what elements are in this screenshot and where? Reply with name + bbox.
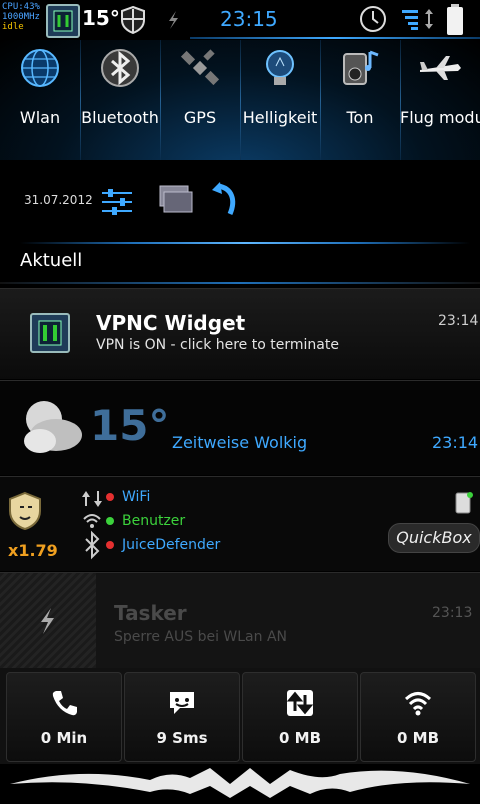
cpu-usage: CPU:43% xyxy=(2,2,40,12)
phone-battery-icon xyxy=(454,491,474,519)
globe-wifi-icon xyxy=(18,46,62,90)
status-divider xyxy=(190,37,480,39)
notification-weather[interactable]: 15° Zeitweise Wolkig 23:14 xyxy=(0,380,480,475)
notification-vpnc[interactable]: VPNC Widget VPN is ON - click here to te… xyxy=(0,288,480,379)
toggle-label: Bluetooth xyxy=(81,108,159,127)
toggle-label: Helligkeit xyxy=(242,108,318,127)
usage-label: 9 Sms xyxy=(156,729,208,747)
sms-usage-button[interactable]: 9 Sms xyxy=(124,672,240,762)
juice-multiplier: x1.79 xyxy=(8,541,58,560)
date-label: 31.07.2012 xyxy=(24,193,93,207)
notification-title: Tasker xyxy=(114,601,187,625)
back-arrow-icon[interactable] xyxy=(210,182,246,224)
sliders-icon[interactable] xyxy=(100,188,134,220)
toggle-label: Wlan xyxy=(19,108,61,127)
usage-label: 0 MB xyxy=(396,729,440,747)
alarm-clock-icon xyxy=(358,4,388,38)
tribal-ornament-icon xyxy=(10,768,470,798)
message-icon xyxy=(168,689,196,717)
usage-label: 0 Min xyxy=(40,729,88,747)
toggle-wlan[interactable]: Wlan xyxy=(0,40,80,160)
toggle-flugmodus[interactable]: Flug modus xyxy=(400,40,480,160)
notification-juicedefender[interactable]: x1.79 WiFi Benutzer JuiceDefender QuickB… xyxy=(0,476,480,571)
toggle-bluetooth[interactable]: Bluetooth xyxy=(80,40,160,160)
airplane-icon xyxy=(418,46,462,90)
status-temperature: 15° xyxy=(82,6,120,30)
status-dot xyxy=(106,493,114,501)
vpn-widget-icon xyxy=(30,313,70,353)
signal-icon xyxy=(402,8,422,34)
juice-item-label: WiFi xyxy=(122,489,151,505)
cloud-moon-icon xyxy=(14,391,86,467)
wifi-icon xyxy=(404,689,432,717)
notification-time: 23:14 xyxy=(438,313,479,329)
weather-time: 23:14 xyxy=(432,433,479,452)
notification-time: 23:13 xyxy=(432,605,473,621)
lightbulb-icon xyxy=(258,46,302,90)
weather-temperature: 15° xyxy=(90,401,170,450)
section-header: Aktuell xyxy=(20,250,83,271)
cpu-monitor: CPU:43% 1000MHz idle xyxy=(2,2,40,32)
notification-subtitle: VPN is ON - click here to terminate xyxy=(96,337,339,353)
notification-subtitle: Sperre AUS bei WLan AN xyxy=(114,629,288,645)
notification-title: VPNC Widget xyxy=(96,311,246,335)
section-divider xyxy=(0,282,480,284)
wifi-data-usage-button[interactable]: 0 MB xyxy=(360,672,476,762)
usage-label: 0 MB xyxy=(278,729,322,747)
bluetooth-icon xyxy=(98,46,142,90)
quickbox-button[interactable]: QuickBox xyxy=(388,523,480,553)
phone-icon xyxy=(50,689,78,717)
satellite-icon xyxy=(178,46,222,90)
tasker-bolt-icon xyxy=(36,607,58,639)
toggle-label: Ton xyxy=(346,108,374,127)
mobile-data-usage-button[interactable]: 0 MB xyxy=(242,672,358,762)
shield-icon xyxy=(120,5,146,38)
cpu-frequency: 1000MHz xyxy=(2,12,40,22)
date-row: 31.07.2012 xyxy=(0,160,480,242)
toggle-gps[interactable]: GPS xyxy=(160,40,240,160)
usage-bar: 0 Min 9 Sms 0 MB 0 MB xyxy=(0,668,480,764)
juicedefender-shield-icon xyxy=(8,491,42,535)
juice-item-label: JuiceDefender xyxy=(122,537,221,553)
cpu-state: idle xyxy=(2,22,24,32)
toggle-helligkeit[interactable]: Helligkeit xyxy=(240,40,320,160)
quick-toggles: Wlan Bluetooth GPS Helligkeit Ton Flug m… xyxy=(0,40,480,160)
data-signal-icon xyxy=(80,489,104,565)
toggle-label: Flug modus xyxy=(400,108,480,127)
battery-icon xyxy=(446,4,464,40)
status-clock: 23:15 xyxy=(220,7,278,31)
status-dot xyxy=(106,541,114,549)
juice-item-label: Benutzer xyxy=(122,513,186,529)
divider xyxy=(20,242,470,244)
windows-icon[interactable] xyxy=(158,184,194,220)
data-transfer-icon xyxy=(286,689,314,717)
toggle-label: GPS xyxy=(183,108,217,127)
status-bar: CPU:43% 1000MHz idle 15° 23:15 xyxy=(0,0,480,40)
data-arrows-icon xyxy=(424,8,434,34)
calls-usage-button[interactable]: 0 Min xyxy=(6,672,122,762)
tribal-banner xyxy=(0,764,480,800)
tasker-bolt-icon xyxy=(164,10,182,34)
toggle-ton[interactable]: Ton xyxy=(320,40,400,160)
vpn-status-icon xyxy=(46,4,80,38)
speaker-icon xyxy=(338,46,382,90)
notification-tasker[interactable]: Tasker Sperre AUS bei WLan AN 23:13 xyxy=(0,572,480,669)
weather-condition: Zeitweise Wolkig xyxy=(172,433,308,452)
status-dot xyxy=(106,517,114,525)
